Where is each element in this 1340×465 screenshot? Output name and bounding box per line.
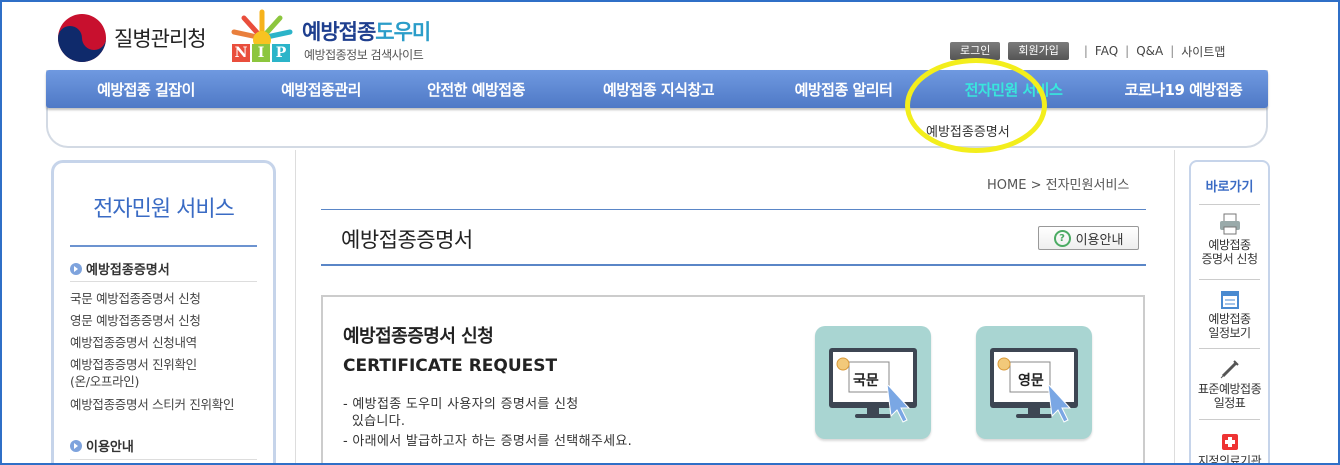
divider [1199, 279, 1260, 280]
quick-cert-apply[interactable]: 예방접종 증명서 신청 [1191, 212, 1268, 266]
site-title-part2: 도우미 [375, 20, 431, 44]
printer-icon [1219, 213, 1240, 235]
nav-vaccination-guide[interactable]: 예방접종 길잡이 [46, 79, 246, 100]
divider [70, 281, 257, 282]
calendar-icon [1220, 291, 1239, 309]
login-button[interactable]: 로그인 [950, 42, 1001, 60]
taeguk-emblem-icon [58, 14, 106, 62]
breadcrumb-home[interactable]: HOME [987, 178, 1026, 193]
sidebar-item-verify[interactable]: 예방접종증명서 진위확인 [70, 357, 197, 373]
sidebar-item-verify-sub[interactable]: (온/오프라인) [70, 374, 139, 390]
korean-card-label: 국문 [853, 373, 879, 389]
english-certificate-button[interactable]: 영문 [976, 326, 1092, 439]
question-icon: ? [1053, 229, 1071, 247]
nip-letter-i: I [252, 44, 270, 62]
breadcrumb-current: 전자민원서비스 [1045, 178, 1130, 193]
sidebar-item-english-cert[interactable]: 영문 예방접종증명서 신청 [70, 313, 201, 329]
nip-letter-p: P [272, 44, 290, 62]
site-subtitle: 예방접종정보 검색사이트 [304, 48, 424, 62]
certificate-title: 예방접종증명서 신청 [343, 326, 494, 347]
bullet-icon [70, 439, 82, 452]
quick-designated-hospital[interactable]: 지정의료기관 [1191, 432, 1268, 465]
nav-safe-vaccination[interactable]: 안전한 예방접종 [396, 79, 556, 100]
kdca-logo[interactable]: 질병관리청 [56, 12, 207, 64]
divider: | [1170, 44, 1175, 58]
divider [70, 245, 257, 247]
sidebar-item-sticker-verify[interactable]: 예방접종증명서 스티커 진위확인 [70, 397, 234, 413]
nav-e-civil-service[interactable]: 전자민원 서비스 [926, 79, 1101, 100]
quick-schedule[interactable]: 예방접종 일정보기 [1191, 290, 1268, 340]
divider [1199, 204, 1260, 205]
quick-links-title: 바로가기 [1205, 180, 1254, 195]
sidebar-item-korean-cert[interactable]: 국문 예방접종증명서 신청 [70, 291, 201, 307]
quick-item-label: 일정보기 [1208, 326, 1251, 340]
divider: | [1083, 44, 1088, 58]
sidebar-section-label: 예방접종증명서 [86, 263, 170, 278]
nip-letter-n: N [232, 44, 250, 62]
main-navigation: 예방접종 길잡이 예방접종관리 안전한 예방접종 예방접종 지식창고 예방접종 … [46, 70, 1268, 108]
quick-standard-schedule[interactable]: 표준예방접종 일정표 [1191, 358, 1268, 410]
quick-item-label: 지정의료기관 [1197, 454, 1262, 465]
quick-item-label: 일정표 [1213, 396, 1246, 410]
quick-item-label: 예방접종 [1208, 238, 1251, 252]
syringe-icon [1220, 360, 1239, 379]
certificate-subtitle: CERTIFICATE REQUEST [343, 356, 558, 376]
utility-menu: 로그인 회원가입 | FAQ | Q&A | 사이트맵 [950, 42, 1225, 60]
site-title: 예방접종도우미 [302, 16, 431, 46]
certificate-desc-line: - 아래에서 발급하고자 하는 증명서를 선택해주세요. [343, 434, 633, 449]
divider: | [1125, 44, 1130, 58]
divider [70, 459, 257, 460]
english-card-label: 영문 [1018, 373, 1044, 389]
breadcrumb-separator: > [1030, 178, 1042, 193]
join-button[interactable]: 회원가입 [1008, 42, 1069, 60]
usage-guide-button[interactable]: ? 이용안내 [1038, 226, 1139, 250]
quick-item-label: 표준예방접종 [1197, 382, 1262, 396]
usage-guide-label: 이용안내 [1075, 232, 1124, 248]
quick-item-label: 예방접종 [1208, 312, 1251, 326]
divider [1199, 419, 1260, 420]
sidebar-item-history[interactable]: 예방접종증명서 신청내역 [70, 335, 197, 351]
korean-certificate-button[interactable]: 국문 [815, 326, 931, 439]
bullet-icon [70, 262, 82, 275]
nav-covid19[interactable]: 코로나19 예방접종 [1101, 79, 1266, 100]
nip-logo[interactable]: N I P 예방접종도우미 예방접종정보 검색사이트 [230, 8, 460, 66]
nav-knowledge[interactable]: 예방접종 지식창고 [556, 79, 761, 100]
sidebar-section-guide[interactable]: 이용안내 [70, 436, 134, 455]
qna-link[interactable]: Q&A [1136, 44, 1163, 58]
quick-item-label: 증명서 신청 [1201, 252, 1258, 266]
site-title-part1: 예방접종 [302, 20, 376, 44]
page-title: 예방접종증명서 [341, 228, 473, 252]
hospital-icon [1221, 434, 1238, 450]
faq-link[interactable]: FAQ [1095, 44, 1118, 58]
breadcrumb: HOME > 전자민원서비스 [987, 174, 1129, 193]
agency-name: 질병관리청 [114, 27, 207, 51]
nav-vaccination-management[interactable]: 예방접종관리 [246, 79, 396, 100]
nav-alerts[interactable]: 예방접종 알리터 [761, 79, 926, 100]
quick-links-bar: 바로가기 예방접종 증명서 신청 예방접종 일정보기 표준예방접종 일정표 지정… [1189, 160, 1270, 465]
sitemap-link[interactable]: 사이트맵 [1181, 43, 1225, 60]
sidebar-section-label: 이용안내 [86, 440, 134, 455]
submenu-certificate[interactable]: 예방접종증명서 [926, 121, 1010, 140]
divider [1199, 348, 1260, 349]
sidebar-title: 전자민원 서비스 [93, 197, 235, 222]
sun-icon [231, 9, 293, 44]
sidebar-section-certificate[interactable]: 예방접종증명서 [70, 259, 170, 278]
left-sidebar: 전자민원 서비스 예방접종증명서 국문 예방접종증명서 신청 영문 예방접종증명… [51, 160, 276, 465]
certificate-desc-line: 있습니다. [343, 414, 406, 429]
